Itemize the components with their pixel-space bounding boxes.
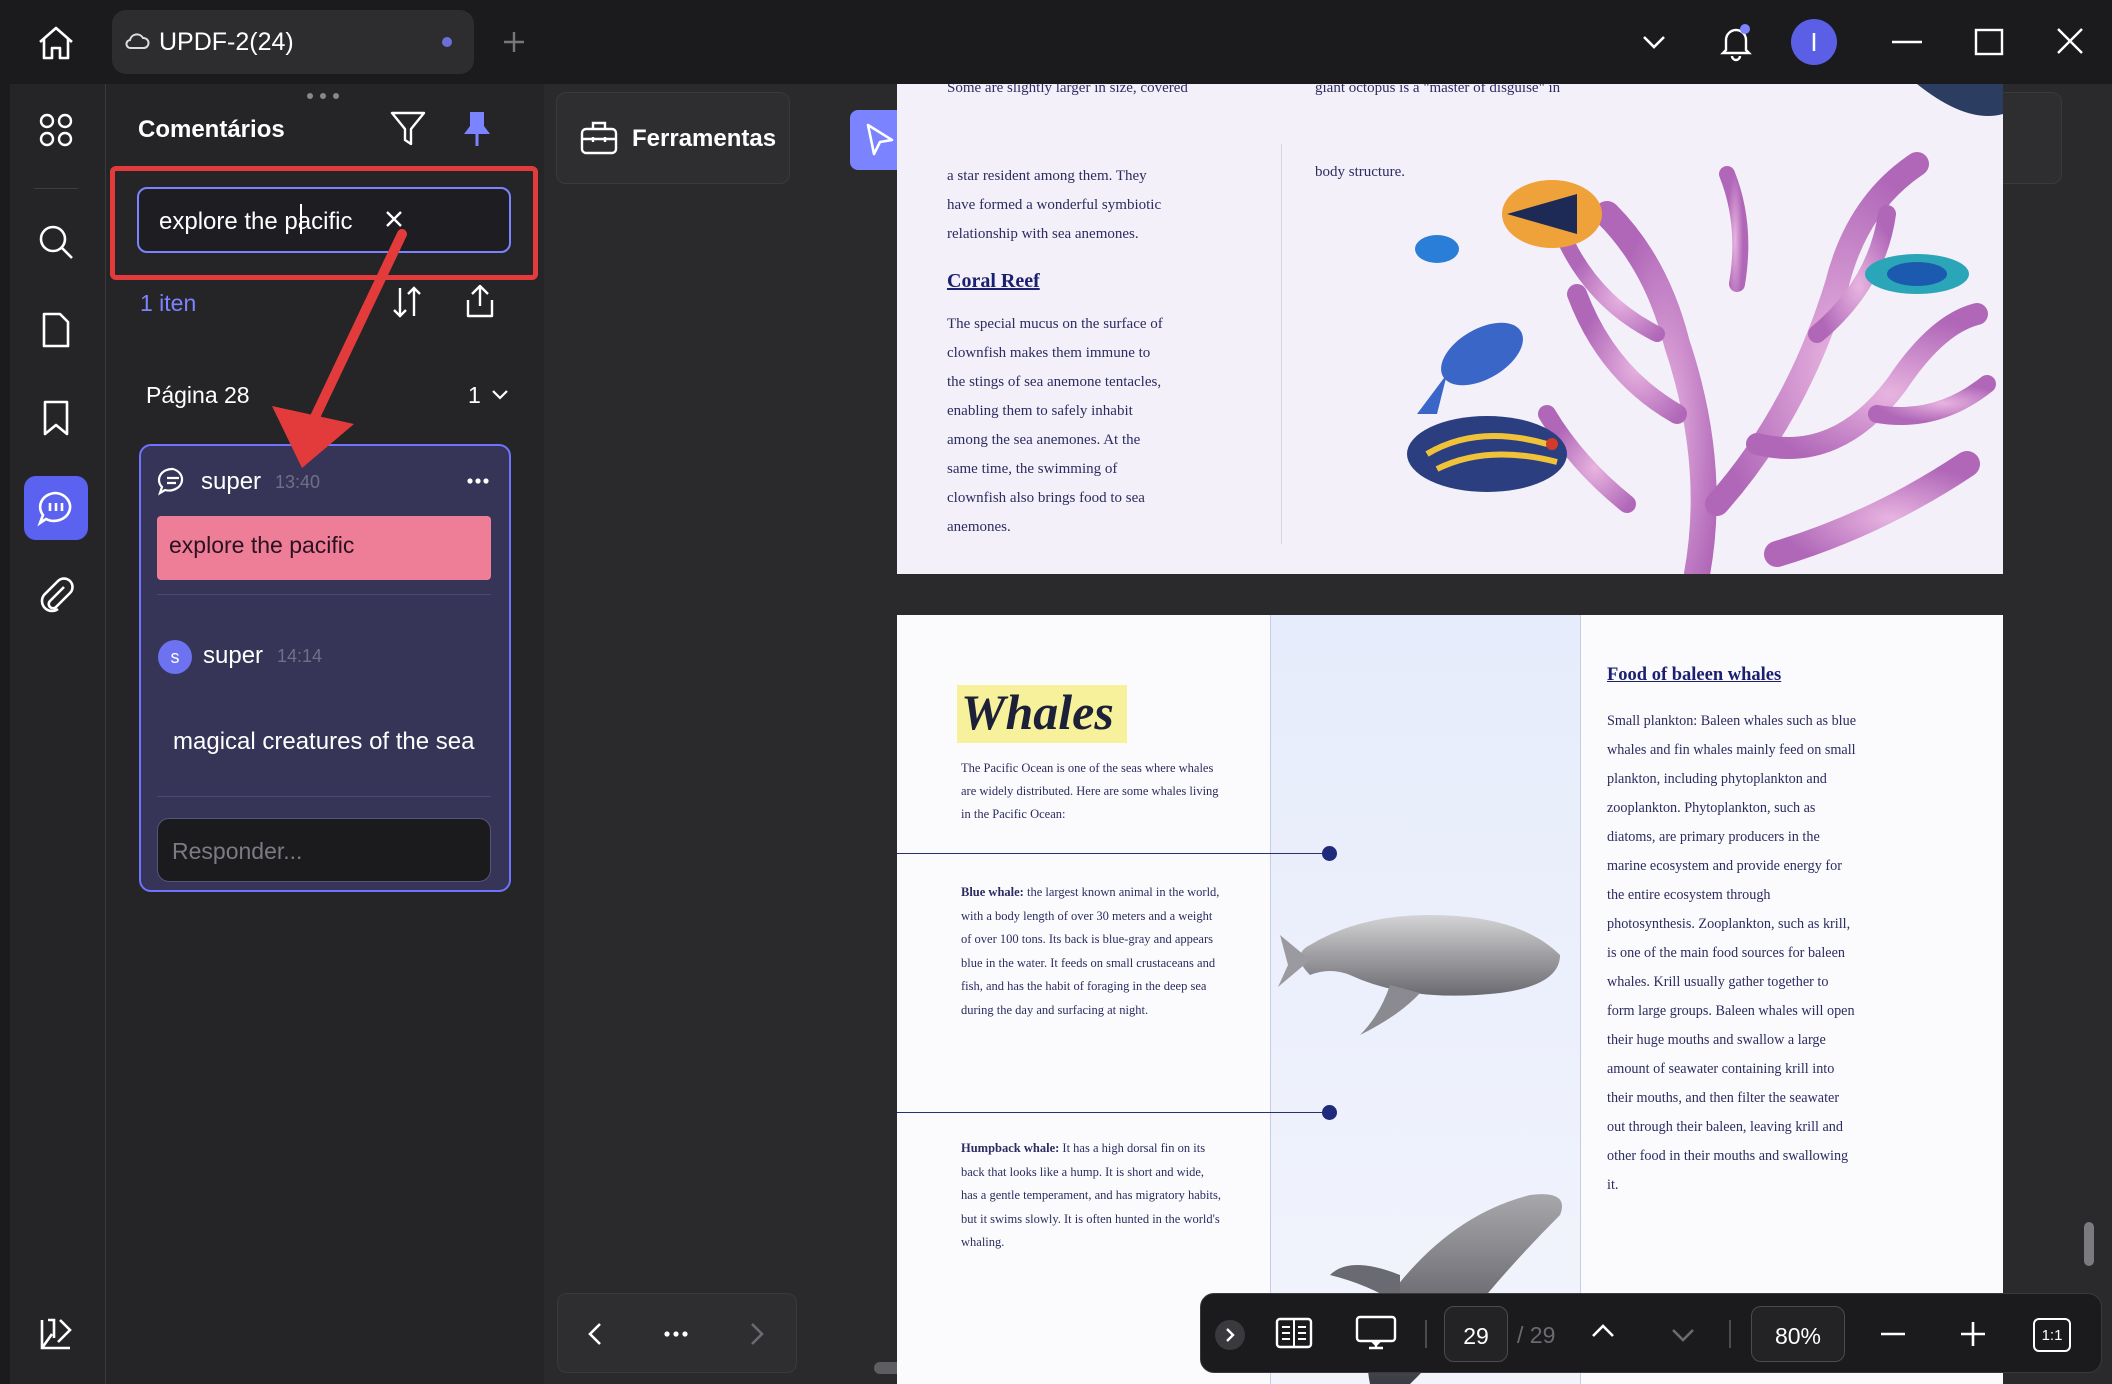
food-paragraph: Small plankton: Baleen whales such as bl… — [1607, 713, 1857, 1193]
tools-button[interactable]: Ferramentas — [556, 92, 790, 184]
reply-author: super — [203, 642, 264, 669]
coral-reef-paragraph: The special mucus on the surface of clow… — [947, 316, 1163, 535]
page-number-input[interactable]: 29 — [1444, 1306, 1508, 1362]
nav-box — [557, 1293, 797, 1373]
tab-title: UPDF-2(24) — [159, 28, 294, 56]
total-pages: / 29 — [1517, 1322, 1556, 1348]
fit-label: 1:1 — [2041, 1326, 2063, 1344]
comments-panel: Comentários explore the pacific 1 iten P… — [106, 84, 544, 1384]
user-avatar[interactable]: I — [1791, 19, 1837, 65]
tools-label: Ferramentas — [632, 125, 777, 152]
bar-divider — [1425, 1320, 1427, 1348]
column-divider — [1281, 144, 1282, 544]
next-icon[interactable] — [750, 1322, 764, 1346]
page-down-icon[interactable] — [1671, 1328, 1695, 1342]
whales-title: Whales — [961, 684, 1114, 740]
comments-icon[interactable] — [24, 476, 88, 540]
highlighted-text-value: explore the pacific — [169, 532, 355, 558]
reply-avatar-letter: s — [170, 646, 180, 667]
zoom-in-icon[interactable] — [1961, 1322, 1985, 1346]
new-tab-icon[interactable] — [502, 30, 526, 54]
reply-avatar: s — [158, 640, 192, 674]
cloud-icon — [124, 30, 150, 52]
food-heading: Food of baleen whales — [1607, 665, 1782, 685]
whales-intro: The Pacific Ocean is one of the seas whe… — [961, 761, 1219, 821]
pdf-page-29: Whales The Pacific Ocean is one of the s… — [897, 615, 2003, 1384]
document-tab[interactable]: UPDF-2(24) — [112, 10, 474, 74]
bar-divider — [1729, 1320, 1731, 1348]
current-page: 29 — [1463, 1323, 1489, 1349]
body-structure-text: body structure. — [1315, 164, 1405, 180]
whale-illustrations — [1278, 915, 1562, 1384]
bell-icon[interactable] — [1718, 22, 1754, 62]
zoom-out-icon[interactable] — [1881, 1332, 1905, 1336]
blue-whale-paragraph: Blue whale: the largest known animal in … — [961, 881, 1223, 1022]
page-zoom-bar: 29 / 29 80% 1:1 — [1200, 1293, 2102, 1373]
divider — [157, 594, 491, 595]
collapse-bar-icon[interactable] — [1215, 1320, 1245, 1350]
home-icon[interactable] — [36, 24, 76, 62]
left-rail — [10, 84, 106, 1384]
clownfish-paragraph: a star resident among them. They have fo… — [947, 168, 1162, 242]
more-icon[interactable] — [664, 1331, 688, 1337]
comment-card[interactable]: super 13:40 explore the pacific s super … — [139, 444, 511, 892]
blue-whale-label: Blue whale: — [961, 885, 1024, 899]
vertical-scrollbar[interactable] — [2084, 1222, 2094, 1266]
fit-actual-size-button[interactable]: 1:1 — [2033, 1318, 2071, 1352]
attachment-icon[interactable] — [24, 562, 88, 626]
pages-icon[interactable] — [24, 298, 88, 362]
zoom-input[interactable]: 80% — [1751, 1306, 1845, 1362]
humpback-text: It has a high dorsal fin on its back tha… — [961, 1141, 1221, 1249]
annotation-arrow — [272, 229, 407, 468]
updf-logo-icon[interactable] — [24, 1302, 88, 1366]
presentation-icon[interactable] — [1355, 1314, 1397, 1352]
humpback-label: Humpback whale: — [961, 1141, 1060, 1155]
cut-line-right: giant octopus is a "master of disguise" … — [1315, 84, 1561, 96]
blue-whale-text: the largest known animal in the world, w… — [961, 885, 1220, 1017]
reply-placeholder: Responder... — [172, 838, 303, 864]
minimize-icon[interactable] — [1892, 40, 1922, 44]
rail-divider — [34, 188, 78, 189]
bookmark-icon[interactable] — [24, 386, 88, 450]
maximize-icon[interactable] — [1974, 28, 2004, 56]
zoom-value: 80% — [1774, 1323, 1822, 1349]
coral-reef-heading: Coral Reef — [947, 270, 1040, 292]
title-bar: UPDF-2(24) I — [0, 0, 2112, 84]
reply-text: magical creatures of the sea — [173, 728, 475, 755]
connector-line — [897, 1112, 1329, 1113]
toolbox-icon — [579, 117, 619, 157]
chevron-down-icon[interactable] — [1642, 34, 1666, 50]
divider — [157, 796, 491, 797]
connector-line — [897, 853, 1329, 854]
column-divider — [1580, 615, 1581, 1384]
avatar-letter: I — [1810, 26, 1818, 57]
reply-time: 14:14 — [277, 646, 323, 666]
page-up-icon[interactable] — [1591, 1324, 1615, 1338]
previous-icon[interactable] — [588, 1322, 602, 1346]
cut-line-left: Some are slightly larger in size, covere… — [947, 84, 1188, 96]
close-window-icon[interactable] — [2056, 27, 2084, 55]
thumbnails-icon[interactable] — [24, 98, 88, 162]
reading-mode-icon[interactable] — [1275, 1316, 1313, 1350]
highlighted-text: explore the pacific — [157, 516, 491, 580]
unsaved-dot — [442, 37, 452, 47]
reply-input[interactable]: Responder... — [157, 818, 491, 882]
search-icon[interactable] — [24, 210, 88, 274]
coral-illustration — [1407, 84, 2003, 574]
humpback-paragraph: Humpback whale: It has a high dorsal fin… — [961, 1137, 1223, 1255]
pdf-page-28: Some are slightly larger in size, covere… — [897, 84, 2003, 574]
